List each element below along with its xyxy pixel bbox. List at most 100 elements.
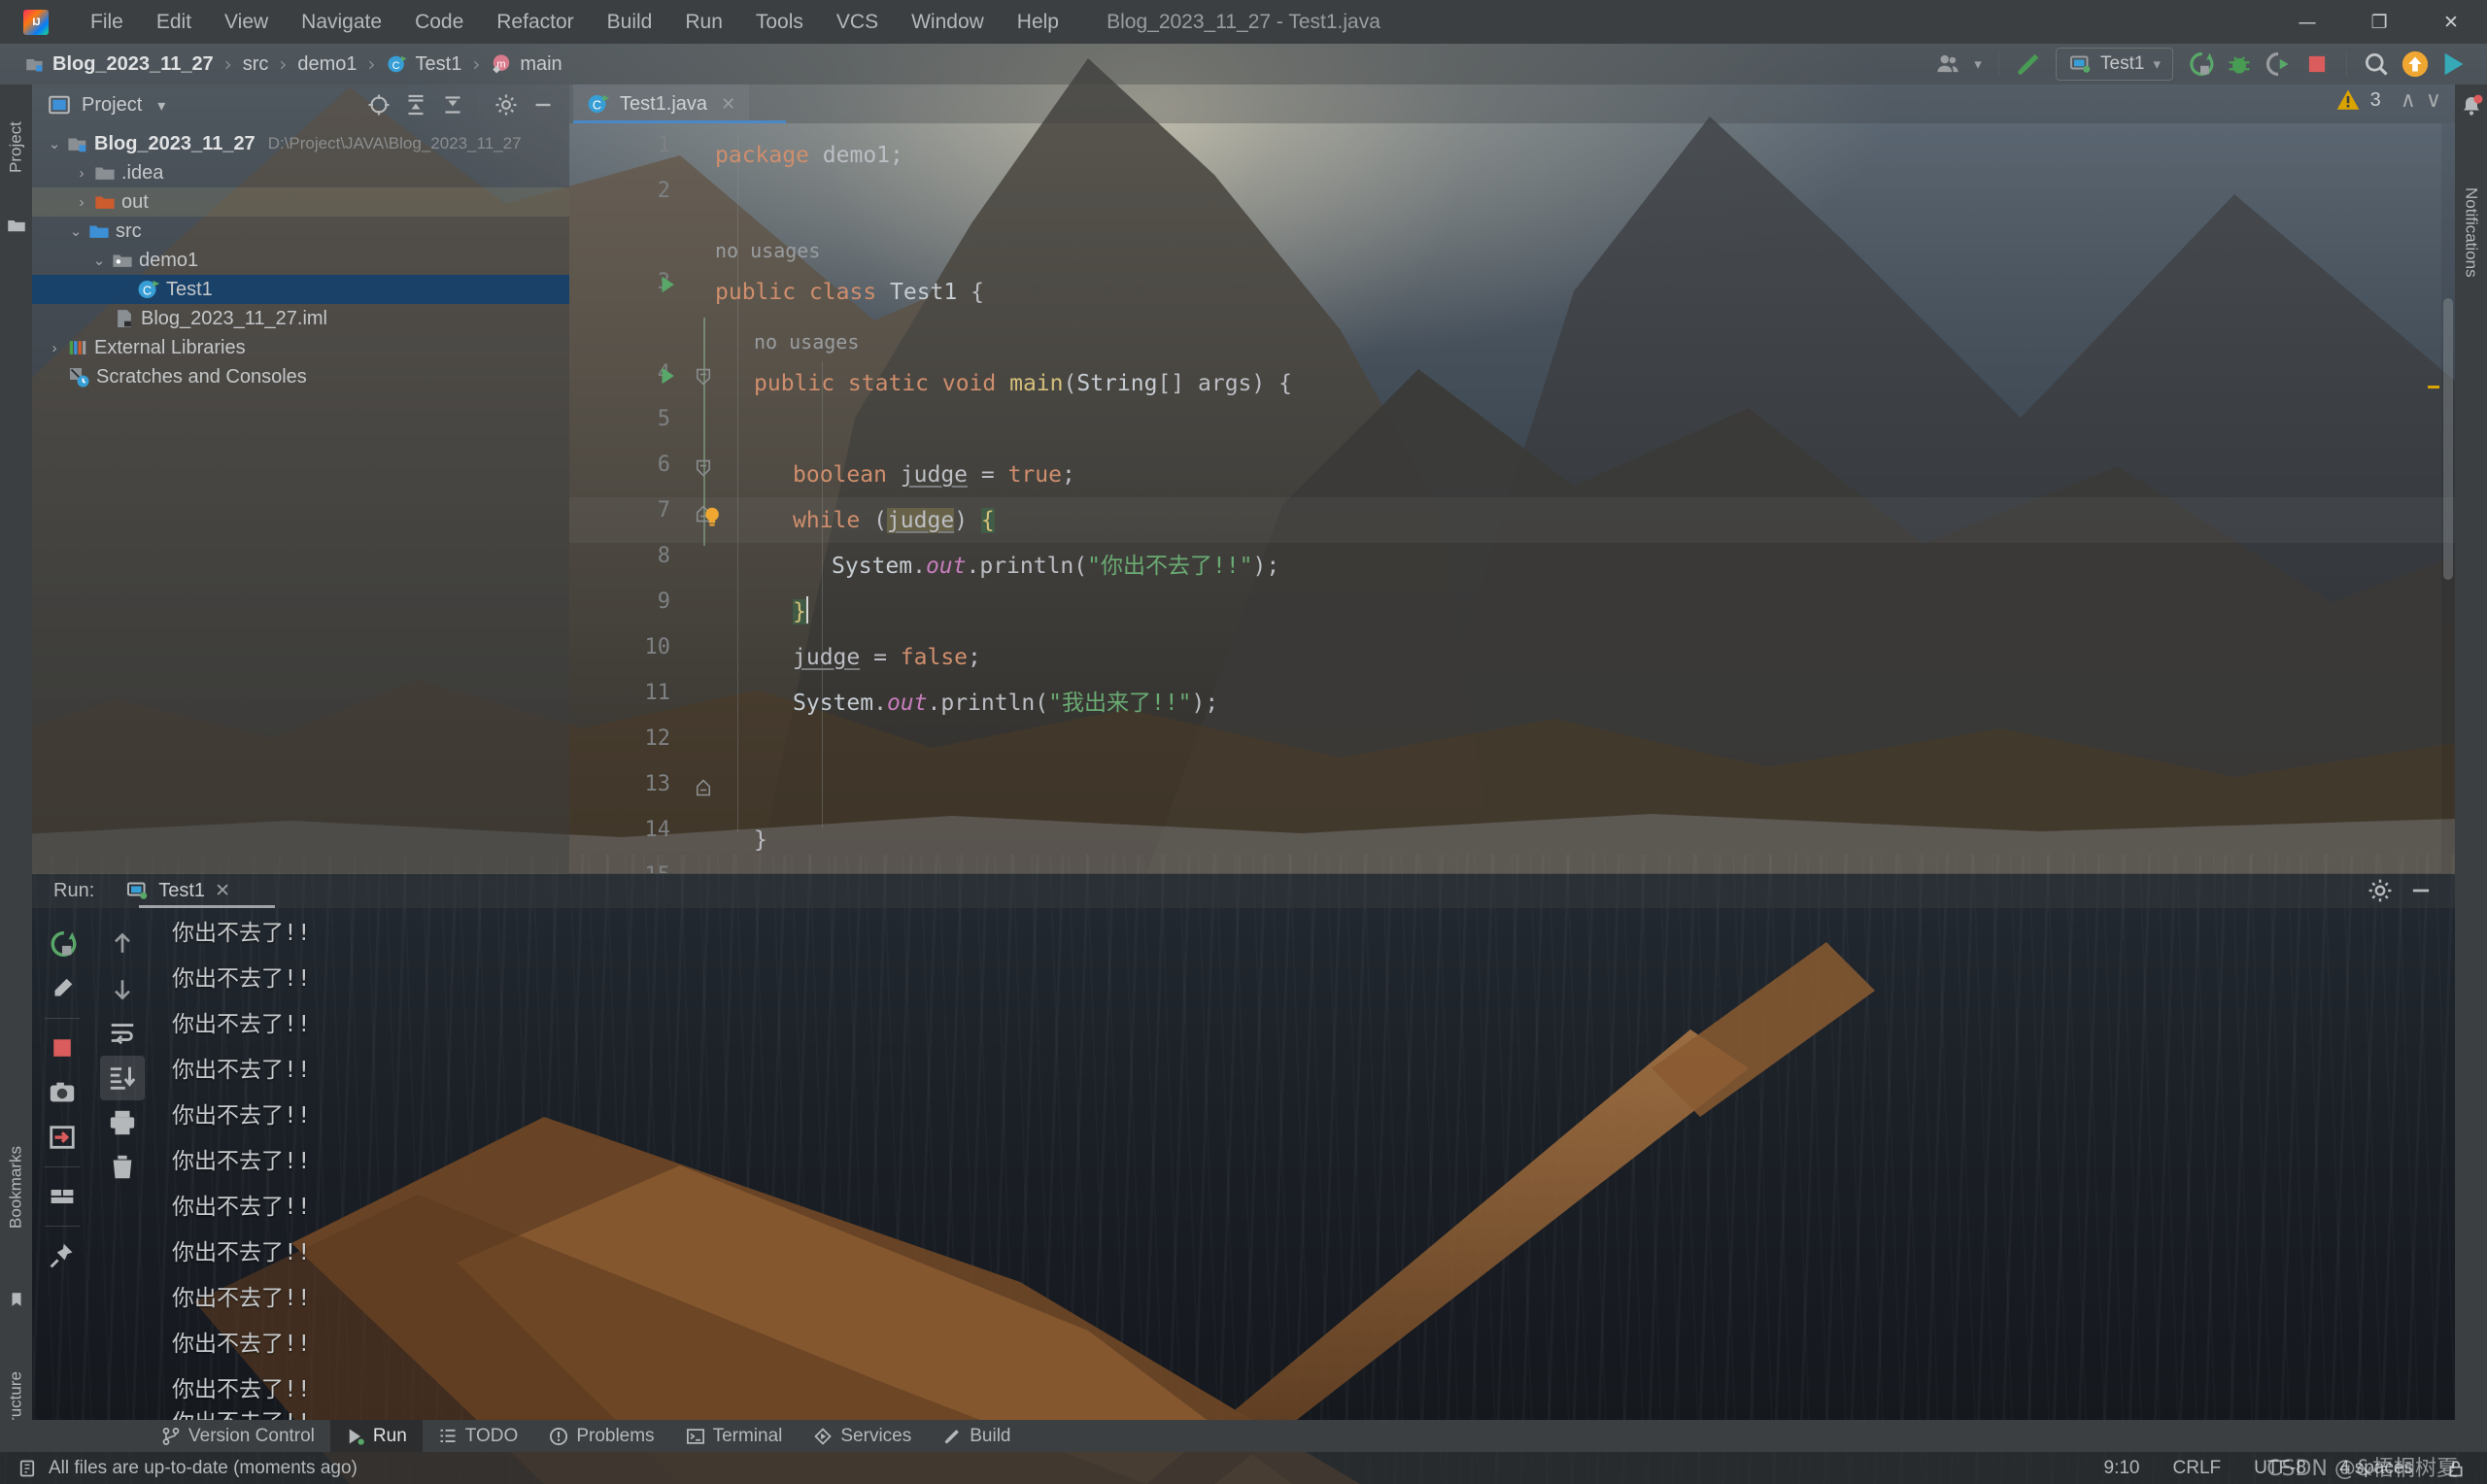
sidebar-item-notifications[interactable]: Notifications — [2455, 128, 2487, 337]
breadcrumb-item-test1[interactable]: C Test1 — [381, 51, 468, 78]
warning-triangle-icon[interactable] — [2335, 87, 2361, 113]
tree-row-src[interactable]: ⌄ src — [32, 217, 569, 246]
menu-file[interactable]: File — [74, 7, 140, 38]
hide-panel-icon[interactable] — [2408, 878, 2434, 903]
notifications-bell-icon[interactable] — [2460, 94, 2483, 118]
sidebar-item-project[interactable]: Project — [0, 84, 32, 211]
close-icon[interactable]: ✕ — [721, 94, 735, 115]
settings-gear-icon[interactable] — [490, 89, 523, 120]
menu-code[interactable]: Code — [398, 7, 480, 38]
bottom-tab-build[interactable]: Build — [927, 1420, 1026, 1452]
code-content[interactable]: package demo1; no usages public class Te… — [715, 123, 2454, 873]
close-button[interactable]: ✕ — [2415, 0, 2487, 44]
breadcrumb-item-src[interactable]: src — [237, 51, 275, 78]
tree-row-test1[interactable]: C Test1 — [32, 275, 569, 304]
soft-wrap-icon[interactable] — [100, 1011, 145, 1056]
minimize-button[interactable]: — — [2271, 0, 2343, 44]
breadcrumb-item-project[interactable]: Blog_2023_11_27 — [19, 51, 220, 78]
hide-panel-icon[interactable] — [527, 89, 560, 120]
menu-vcs[interactable]: VCS — [820, 7, 895, 38]
editor-warning-marker[interactable] — [2428, 386, 2439, 388]
bottom-tab-terminal[interactable]: Terminal — [670, 1420, 799, 1452]
tree-row-external-libraries[interactable]: › External Libraries — [32, 333, 569, 362]
menu-refactor[interactable]: Refactor — [480, 7, 590, 38]
tree-row-scratches[interactable]: Scratches and Consoles — [32, 362, 569, 391]
fold-marker-icon[interactable] — [694, 367, 713, 387]
settings-gear-icon[interactable] — [2368, 878, 2393, 903]
lock-icon[interactable] — [2446, 1459, 2466, 1478]
user-account-icon[interactable] — [1928, 48, 1967, 81]
chevron-down-icon[interactable]: ⌄ — [63, 222, 88, 240]
print-icon[interactable] — [100, 1100, 145, 1145]
collapse-all-icon[interactable] — [436, 89, 469, 120]
caret-position[interactable]: 9:10 — [2104, 1458, 2140, 1479]
chevron-right-icon[interactable]: › — [69, 194, 94, 211]
editor-scrollbar-track[interactable] — [2441, 123, 2455, 873]
pin-icon[interactable] — [40, 1233, 85, 1278]
tree-row-iml[interactable]: Blog_2023_11_27.iml — [32, 304, 569, 333]
breadcrumb-item-demo1[interactable]: demo1 — [291, 51, 362, 78]
ide-features-icon[interactable] — [2435, 48, 2473, 81]
editor-gutter[interactable]: 1 2 3 4 5 6 7 8 9 10 11 12 13 14 15 — [569, 123, 686, 873]
next-problem-icon[interactable]: ∨ — [2426, 88, 2441, 113]
tree-row-demo1[interactable]: ⌄ demo1 — [32, 246, 569, 275]
line-separator[interactable]: CRLF — [2173, 1458, 2222, 1479]
export-icon[interactable] — [40, 1115, 85, 1160]
chevron-down-icon[interactable]: ⌄ — [86, 252, 112, 269]
sidebar-item-bookmarks[interactable]: Bookmarks — [0, 1095, 32, 1279]
bottom-tab-version-control[interactable]: Version Control — [146, 1420, 330, 1452]
run-icon[interactable] — [2181, 48, 2220, 81]
select-opened-file-icon[interactable] — [362, 89, 395, 120]
run-coverage-icon[interactable] — [2259, 48, 2298, 81]
fold-marker-icon[interactable] — [694, 458, 713, 478]
scroll-to-end-icon[interactable] — [100, 1056, 145, 1100]
run-method-gutter-icon[interactable] — [657, 365, 678, 387]
down-arrow-icon[interactable] — [100, 966, 145, 1011]
file-encoding[interactable]: UTF-8 — [2254, 1458, 2306, 1479]
maximize-button[interactable]: ❐ — [2343, 0, 2415, 44]
chevron-down-icon[interactable]: ⌄ — [42, 135, 67, 152]
build-hammer-icon[interactable] — [2009, 48, 2048, 81]
account-chevron-down-icon[interactable]: ▾ — [1967, 48, 1989, 81]
tree-row-project-root[interactable]: ⌄ Blog_2023_11_27 D:\Project\JAVA\Blog_2… — [32, 129, 569, 158]
up-arrow-icon[interactable] — [100, 922, 145, 966]
editor-scrollbar-thumb[interactable] — [2443, 298, 2453, 580]
bottom-tab-run[interactable]: Run — [329, 1420, 423, 1452]
menu-window[interactable]: Window — [895, 7, 1001, 38]
expand-all-icon[interactable] — [399, 89, 432, 120]
status-message-area[interactable]: All files are up-to-date (moments ago) — [17, 1458, 358, 1479]
debug-bug-icon[interactable] — [2220, 48, 2259, 81]
menu-run[interactable]: Run — [668, 7, 739, 38]
menu-tools[interactable]: Tools — [739, 7, 820, 38]
chevron-right-icon[interactable]: › — [42, 340, 67, 356]
fold-marker-icon[interactable] — [694, 778, 713, 797]
stop-icon[interactable] — [40, 1026, 85, 1070]
console-output[interactable]: 你出不去了!! 你出不去了!! 你出不去了!! 你出不去了!! 你出不去了!! … — [153, 908, 2455, 1420]
clear-all-icon[interactable] — [100, 1145, 145, 1190]
screenshot-icon[interactable] — [40, 1070, 85, 1115]
chevron-right-icon[interactable]: › — [69, 165, 94, 182]
run-configuration-selector[interactable]: Test1 ▾ — [2056, 48, 2173, 81]
bottom-tab-todo[interactable]: TODO — [423, 1420, 534, 1452]
breadcrumb-item-main[interactable]: m main — [485, 51, 567, 78]
stop-icon[interactable] — [2298, 48, 2336, 81]
code-editor[interactable]: 1 2 3 4 5 6 7 8 9 10 11 12 13 14 15 — [569, 123, 2455, 873]
indent-size[interactable]: 4 spaces — [2339, 1458, 2413, 1479]
editor-tab-test1-java[interactable]: C Test1.java ✕ — [573, 84, 750, 123]
tree-row-out[interactable]: › out — [32, 187, 569, 217]
edit-configuration-icon[interactable] — [40, 966, 85, 1011]
menu-build[interactable]: Build — [591, 7, 669, 38]
menu-edit[interactable]: Edit — [140, 7, 208, 38]
bottom-tab-problems[interactable]: Problems — [533, 1420, 669, 1452]
layout-icon[interactable] — [40, 1174, 85, 1219]
run-window-tab[interactable]: Test1 ✕ — [125, 879, 230, 902]
rerun-icon[interactable] — [40, 922, 85, 966]
close-icon[interactable]: ✕ — [215, 880, 230, 901]
chevron-down-icon[interactable]: ▾ — [157, 96, 165, 115]
menu-view[interactable]: View — [208, 7, 285, 38]
bottom-tab-services[interactable]: Services — [798, 1420, 927, 1452]
menu-navigate[interactable]: Navigate — [285, 7, 398, 38]
update-available-icon[interactable] — [2396, 48, 2435, 81]
menu-help[interactable]: Help — [1001, 7, 1075, 38]
previous-problem-icon[interactable]: ∧ — [2401, 88, 2416, 113]
